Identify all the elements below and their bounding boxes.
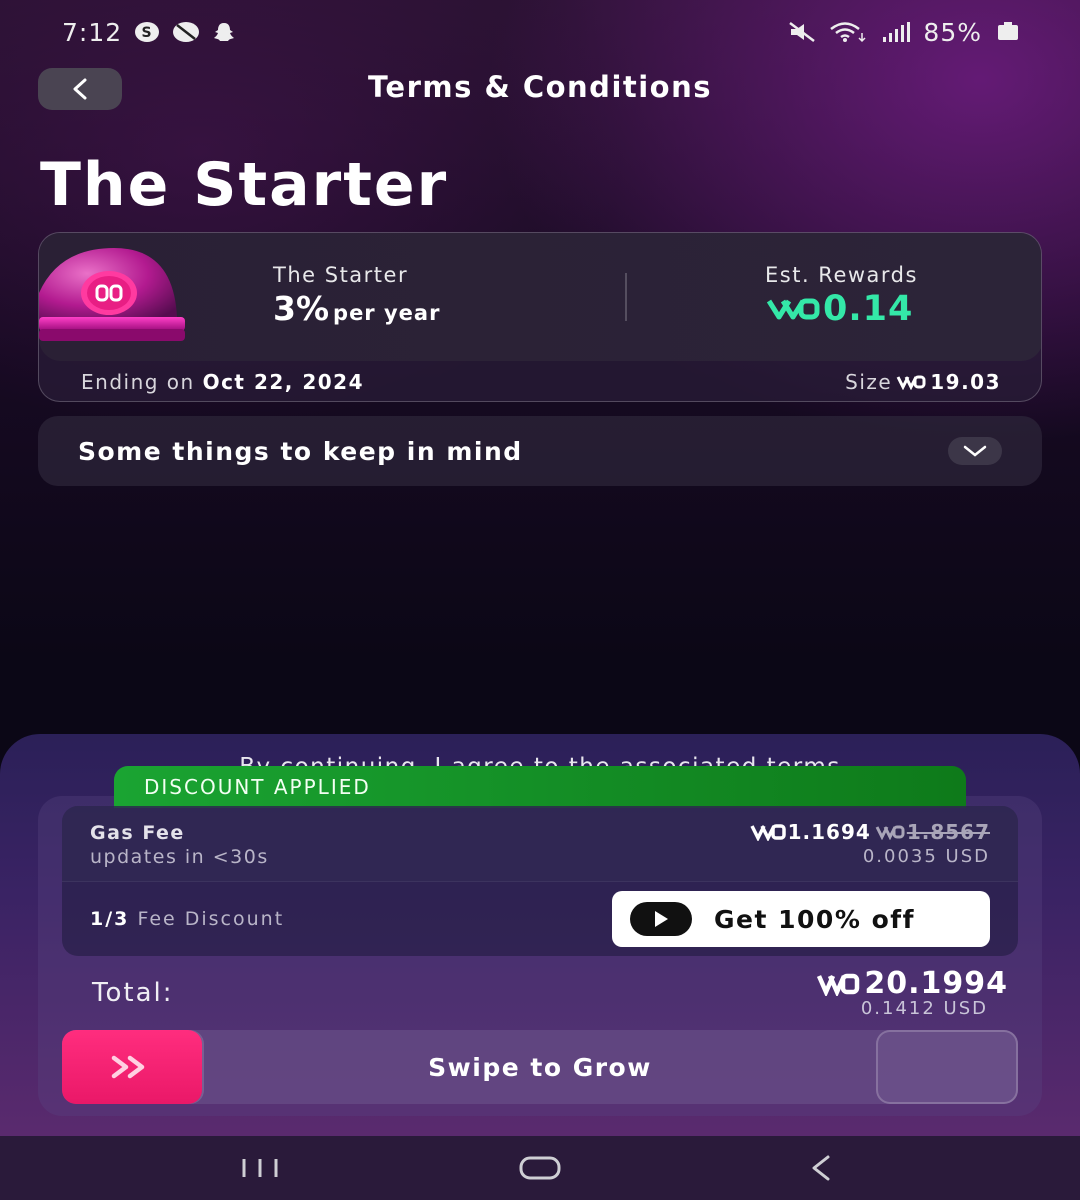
coin-icon: [896, 375, 926, 390]
coin-icon: [766, 298, 820, 320]
divider: [625, 273, 627, 321]
get-100-off-button[interactable]: Get 100% off: [612, 891, 990, 947]
no-facetime-icon: [172, 21, 200, 43]
home-button[interactable]: [500, 1143, 580, 1193]
vault-footer: Ending on Oct 22, 2024 Size 19.03: [81, 369, 1001, 395]
header-title: Terms & Conditions: [367, 70, 713, 104]
status-left: 7:12 S: [62, 18, 236, 47]
vault-name: The Starter: [273, 263, 409, 287]
gas-fee-row: Gas Fee updates in <30s 1.1694 1.8567 0.…: [62, 806, 1018, 882]
fee-details: Gas Fee updates in <30s 1.1694 1.8567 0.…: [62, 806, 1018, 956]
rewards-value: 0.14: [765, 289, 918, 329]
swipe-handle[interactable]: [62, 1030, 202, 1104]
coin-icon: [750, 824, 786, 841]
rate-percent: 3%: [273, 289, 330, 328]
gas-fee-usd: 0.0035 USD: [862, 846, 990, 867]
battery-percent: 85%: [923, 17, 982, 47]
fee-discount-count: 1/3: [90, 908, 130, 930]
keep-in-mind-title: Some things to keep in mind: [78, 436, 523, 466]
gas-fee-amount: 1.1694 1.8567: [750, 820, 990, 844]
rate-block: The Starter 3% per year: [273, 263, 440, 328]
keep-in-mind-accordion[interactable]: Some things to keep in mind: [38, 416, 1042, 486]
total-label: Total:: [92, 978, 174, 1008]
swipe-to-grow-slider[interactable]: Swipe to Grow: [62, 1030, 1018, 1104]
gas-fee-current: 1.1694: [787, 820, 871, 844]
system-nav-bar: [0, 1136, 1080, 1200]
swipe-label: Swipe to Grow: [428, 1052, 652, 1082]
size-label: Size: [845, 370, 893, 394]
status-right: 85%: [787, 18, 1018, 47]
status-time: 7:12: [62, 17, 123, 47]
recent-apps-icon: [242, 1159, 278, 1177]
signal-icon: [881, 21, 911, 43]
fee-discount-label: 1/3 Fee Discount: [90, 908, 284, 930]
chevron-down-icon: [963, 445, 987, 457]
battery-icon: [998, 21, 1018, 40]
size-info: Size 19.03: [845, 370, 1001, 394]
wifi-icon: [829, 21, 869, 43]
total-usd: 0.1412 USD: [860, 998, 988, 1019]
gas-fee-original-amount: 1.8567: [906, 820, 990, 844]
expand-button[interactable]: [948, 437, 1002, 465]
size-value: 19.03: [930, 370, 1001, 394]
svg-text:S: S: [142, 25, 153, 41]
mute-icon: [787, 21, 817, 43]
gas-fee-original: 1.8567: [875, 820, 990, 844]
rewards-amount: 0.14: [823, 289, 914, 329]
status-bar: 7:12 S 85%: [0, 0, 1080, 64]
ending-info: Ending on Oct 22, 2024: [81, 370, 364, 394]
page-title: The Starter: [40, 150, 449, 220]
vault-dome-icon: [39, 243, 189, 357]
vault-card: The Starter 3% per year Est. Rewards 0.14…: [38, 232, 1042, 402]
gas-fee-subtitle: updates in <30s: [90, 846, 269, 868]
total-amount: 20.1994: [816, 966, 1008, 1001]
recent-apps-button[interactable]: [220, 1143, 300, 1193]
back-icon: [812, 1155, 830, 1181]
ending-date: Oct 22, 2024: [202, 370, 365, 394]
rewards-label: Est. Rewards: [765, 263, 918, 287]
gas-fee-label: Gas Fee: [90, 822, 185, 844]
ending-prefix: Ending on: [81, 370, 195, 394]
double-chevron-right-icon: [111, 1055, 145, 1079]
discount-banner: DISCOUNT APPLIED: [114, 766, 966, 808]
rate-value: 3% per year: [273, 289, 440, 328]
coin-icon: [875, 825, 905, 840]
total-value: 20.1994: [864, 966, 1008, 1001]
rate-unit: per year: [333, 301, 441, 325]
home-icon: [519, 1156, 561, 1180]
nav-back-button[interactable]: [780, 1143, 860, 1193]
swipe-target: [876, 1030, 1018, 1104]
coin-icon: [817, 973, 860, 996]
threads-icon: S: [134, 21, 160, 43]
agreement-text: By continuing, I agree to the associated…: [239, 754, 841, 768]
get-100-off-label: Get 100% off: [714, 904, 915, 934]
rewards-block: Est. Rewards 0.14: [765, 263, 918, 329]
fee-discount-text: Fee Discount: [137, 908, 285, 930]
play-icon: [630, 902, 692, 936]
vault-summary: The Starter 3% per year Est. Rewards 0.14: [39, 233, 1041, 361]
snapchat-icon: [212, 21, 236, 43]
